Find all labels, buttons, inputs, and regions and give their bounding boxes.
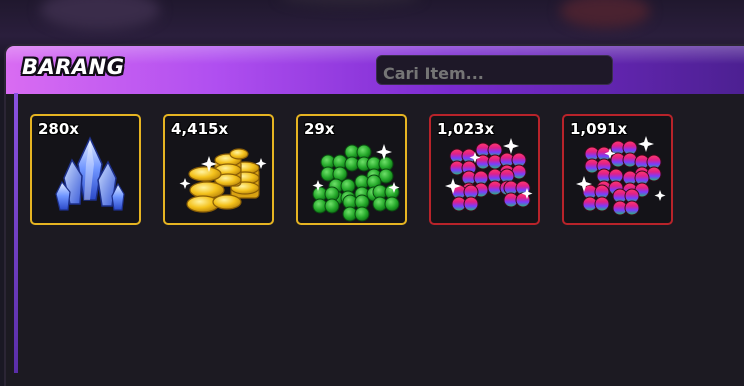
inventory-slot-crystal[interactable]: 280x [30,114,141,225]
background-blur-shape [40,0,160,30]
inventory-header: BARANG [6,46,744,94]
item-count: 280x [38,120,79,138]
panel-scroll-rail [14,93,18,373]
background-blur-shape [560,0,650,28]
item-count: 1,091x [570,120,628,138]
search-input[interactable] [376,55,613,85]
background-blur-shape [280,0,420,6]
inventory-slot-rainbow-clover[interactable]: 1,091x [562,114,673,225]
item-count: 29x [304,120,335,138]
inventory-slot-rainbow-clover[interactable]: 1,023x [429,114,540,225]
inventory-title: BARANG [22,55,125,79]
inventory-slot-green-clover[interactable]: 29x [296,114,407,225]
item-count: 1,023x [437,120,495,138]
inventory-slot-gold-coins[interactable]: 4,415x [163,114,274,225]
item-count: 4,415x [171,120,229,138]
